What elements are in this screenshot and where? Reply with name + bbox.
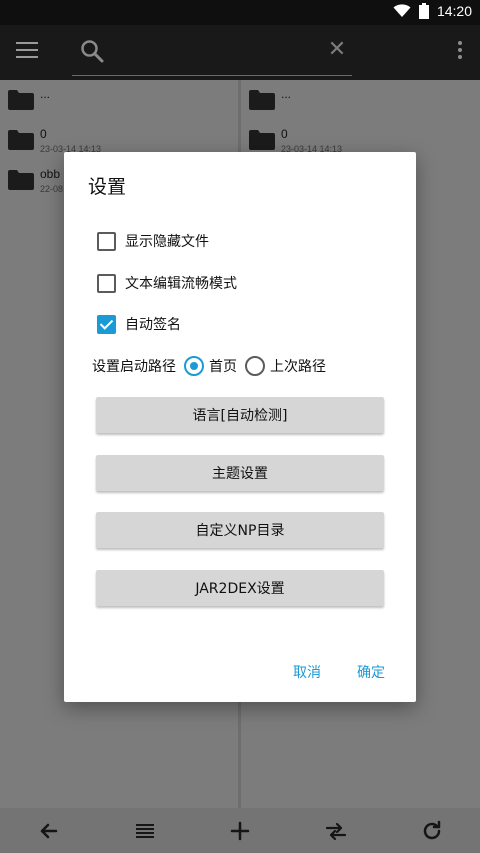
settings-dialog: 设置 显示隐藏文件 文本编辑流畅模式 自动签名 设置启动路径 首页 上次路径 语… [64,152,416,702]
jar2dex-settings-button[interactable]: JAR2DEX设置 [96,570,384,606]
add-icon[interactable] [227,818,253,844]
folder-icon [249,90,275,110]
smooth-edit-mode-option[interactable]: 文本编辑流畅模式 [97,269,237,297]
status-time: 14:20 [436,3,472,19]
last-path-radio[interactable] [245,356,265,376]
custom-np-dir-button[interactable]: 自定义NP目录 [96,512,384,548]
file-date: 22-08 [40,184,64,194]
list-item[interactable]: ... [241,80,480,120]
home-radio-label[interactable]: 首页 [209,356,237,376]
search-input[interactable] [72,75,352,76]
checkbox-label: 自动签名 [125,317,181,333]
file-name: ... [40,87,51,101]
search-icon[interactable] [80,39,104,63]
cancel-button[interactable]: 取消 [293,662,321,682]
status-bar: 14:20 [0,0,480,25]
auto-sign-checkbox[interactable] [97,314,116,334]
folder-icon [8,90,34,110]
wifi-icon [393,4,411,17]
language-button[interactable]: 语言[自动检测] [96,397,384,433]
hamburger-menu-icon[interactable] [16,42,38,62]
folder-icon [249,130,275,150]
last-path-radio-label[interactable]: 上次路径 [270,356,326,376]
battery-icon [418,3,429,19]
close-icon[interactable]: ✕ [326,39,348,61]
file-name: 0 [40,127,47,141]
dialog-title: 设置 [88,176,127,198]
theme-settings-button[interactable]: 主题设置 [96,455,384,491]
list-item[interactable]: ... [0,80,238,120]
show-hidden-files-checkbox[interactable] [97,231,116,251]
file-name: ... [281,87,292,101]
toolbar: ✕ [0,25,480,80]
confirm-button[interactable]: 确定 [357,662,385,682]
start-path-setting: 设置启动路径 首页 上次路径 [92,354,326,378]
more-vert-icon[interactable] [455,41,465,63]
list-icon[interactable] [132,818,158,844]
file-name: obb [40,167,61,181]
checkbox-label: 文本编辑流畅模式 [125,276,237,292]
bottom-toolbar [0,808,480,853]
show-hidden-files-option[interactable]: 显示隐藏文件 [97,227,209,255]
smooth-edit-mode-checkbox[interactable] [97,273,116,293]
start-path-label: 设置启动路径 [92,359,176,375]
refresh-icon[interactable] [419,818,445,844]
auto-sign-option[interactable]: 自动签名 [97,310,181,338]
folder-icon [8,170,34,190]
folder-icon [8,130,34,150]
home-radio[interactable] [184,356,204,376]
file-name: 0 [281,127,288,141]
back-arrow-icon[interactable] [36,818,62,844]
checkbox-label: 显示隐藏文件 [125,234,209,250]
swap-icon[interactable] [323,818,349,844]
status-icons: 14:20 [393,3,472,19]
